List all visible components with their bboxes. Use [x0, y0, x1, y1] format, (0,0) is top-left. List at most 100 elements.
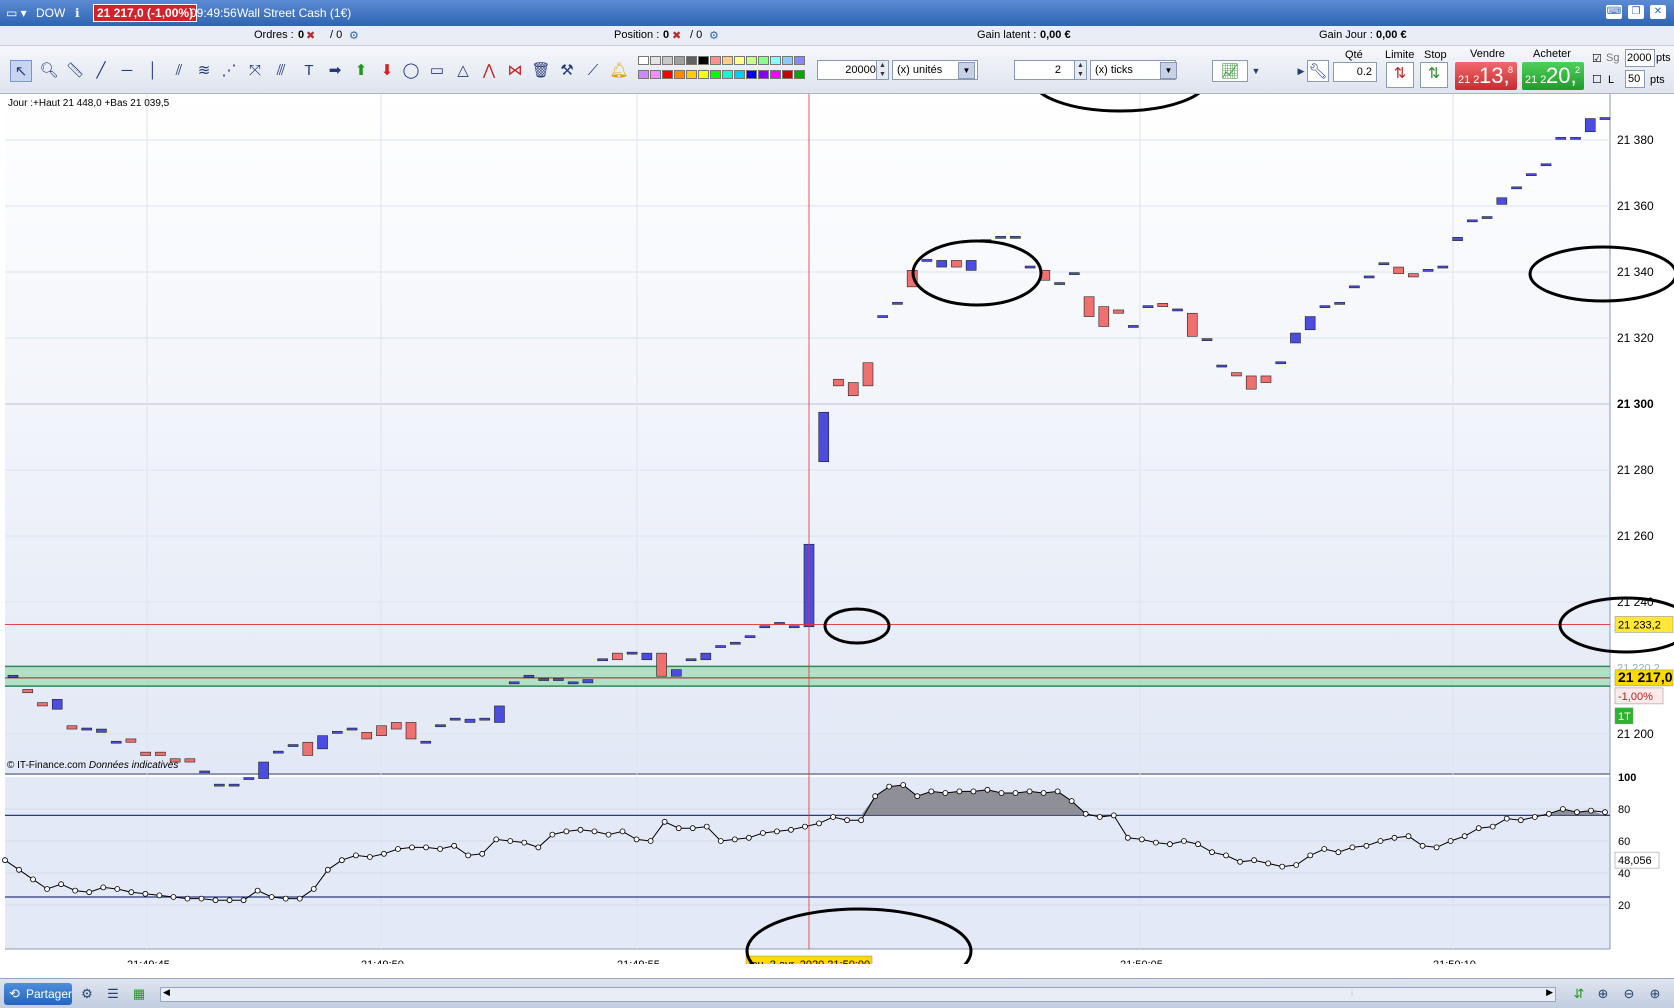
- color-swatch[interactable]: [746, 56, 757, 65]
- candle[interactable]: [553, 678, 564, 681]
- candle[interactable]: [1231, 372, 1242, 377]
- trendline-icon[interactable]: ╱: [90, 60, 112, 82]
- color-swatch[interactable]: [710, 56, 721, 65]
- candle[interactable]: [1054, 282, 1065, 285]
- candle[interactable]: [1127, 325, 1139, 328]
- candle[interactable]: [1363, 275, 1375, 279]
- candle[interactable]: [1201, 338, 1213, 341]
- horizontal-scrollbar[interactable]: ◀ ⦙ ▶: [160, 987, 1556, 1002]
- color-swatch[interactable]: [710, 70, 721, 79]
- candle[interactable]: [449, 717, 461, 721]
- candle[interactable]: [1393, 266, 1404, 274]
- link-settings-icon[interactable]: ⚙: [78, 985, 96, 1003]
- arrow-right-icon[interactable]: ➡: [324, 60, 346, 82]
- color-swatch[interactable]: [722, 70, 733, 79]
- candle[interactable]: [744, 635, 756, 638]
- candle[interactable]: [567, 681, 579, 685]
- orders-settings-icon[interactable]: ⚙: [349, 29, 359, 42]
- chart-settings-icon[interactable]: ⚒: [556, 60, 578, 82]
- scroll-thumb[interactable]: ⦙: [1351, 988, 1353, 999]
- parallel-lines-icon[interactable]: ≋: [193, 60, 215, 82]
- candle[interactable]: [1452, 237, 1463, 241]
- vertical-line-icon[interactable]: │: [142, 60, 164, 82]
- restore-icon[interactable]: ❐: [1628, 5, 1644, 19]
- candle[interactable]: [390, 722, 402, 730]
- candle[interactable]: [1098, 306, 1110, 327]
- zoom-in-icon[interactable]: ⊕: [1646, 985, 1664, 1003]
- oscillator-pane[interactable]: [5, 777, 1610, 949]
- sg-input[interactable]: 2000: [1625, 49, 1655, 67]
- candle[interactable]: [1496, 197, 1508, 205]
- candle[interactable]: [1172, 308, 1183, 312]
- color-swatch[interactable]: [734, 56, 745, 65]
- candle[interactable]: [346, 727, 358, 731]
- candle[interactable]: [626, 651, 638, 655]
- candle[interactable]: [1142, 305, 1154, 308]
- expand-panel-icon[interactable]: ▶: [1296, 60, 1306, 82]
- candle[interactable]: [435, 724, 446, 728]
- sg-checkbox[interactable]: ☑: [1592, 52, 1602, 65]
- candle[interactable]: [110, 740, 122, 744]
- color-swatch[interactable]: [674, 56, 685, 65]
- stop-order-icon[interactable]: ⇅: [1420, 62, 1448, 88]
- candle[interactable]: [759, 625, 771, 629]
- text-tool-icon[interactable]: T: [298, 60, 320, 82]
- candle[interactable]: [921, 259, 933, 262]
- candle[interactable]: [1570, 137, 1581, 140]
- orders-cancel-icon[interactable]: ✖: [306, 29, 315, 42]
- candle[interactable]: [405, 722, 417, 740]
- cross-line-icon[interactable]: ⤧: [244, 60, 266, 82]
- arrow-up-icon[interactable]: ⬆: [350, 60, 372, 82]
- chart-type-icon[interactable]: 📈︎: [1212, 60, 1248, 82]
- candle[interactable]: [155, 751, 166, 756]
- buy-button[interactable]: 21 2 20, 2: [1522, 62, 1584, 90]
- candle[interactable]: [96, 728, 107, 733]
- candle[interactable]: [199, 770, 210, 774]
- candle[interactable]: [37, 702, 48, 707]
- position-settings-icon[interactable]: ⚙: [709, 29, 719, 42]
- candle[interactable]: [1334, 302, 1345, 305]
- candle[interactable]: [479, 717, 491, 721]
- zoom-area-icon[interactable]: ⊕: [1594, 985, 1612, 1003]
- color-swatch[interactable]: [638, 56, 649, 65]
- candle[interactable]: [140, 751, 151, 756]
- candle[interactable]: [1511, 186, 1522, 190]
- candle[interactable]: [287, 744, 299, 747]
- candle[interactable]: [464, 718, 476, 723]
- candle[interactable]: [1186, 312, 1198, 337]
- color-swatch[interactable]: [758, 56, 769, 65]
- candle[interactable]: [1555, 137, 1567, 140]
- pointer-icon[interactable]: ↖: [10, 60, 32, 82]
- color-swatch[interactable]: [662, 70, 673, 79]
- candle[interactable]: [258, 761, 269, 779]
- candle[interactable]: [51, 699, 63, 710]
- candle[interactable]: [612, 652, 623, 661]
- candle[interactable]: [847, 382, 859, 397]
- depth-icon[interactable]: ▦: [130, 985, 148, 1003]
- color-swatch[interactable]: [770, 56, 781, 65]
- candle[interactable]: [273, 750, 284, 754]
- candle[interactable]: [523, 674, 535, 678]
- candle[interactable]: [317, 735, 328, 750]
- candle[interactable]: [715, 645, 726, 648]
- candle[interactable]: [1304, 316, 1316, 331]
- qty-input[interactable]: 0.2: [1333, 62, 1377, 82]
- candle[interactable]: [508, 681, 520, 685]
- candle[interactable]: [1378, 262, 1390, 266]
- candle[interactable]: [1467, 219, 1478, 223]
- candle[interactable]: [1540, 163, 1552, 167]
- candle[interactable]: [125, 738, 137, 743]
- candle[interactable]: [184, 758, 196, 763]
- channel-icon[interactable]: ⫽: [168, 60, 190, 82]
- share-button[interactable]: ⟲ Partager: [4, 983, 72, 1005]
- rectangle-icon[interactable]: ▭: [426, 60, 448, 82]
- chevron-down-icon[interactable]: ▼: [1160, 62, 1177, 79]
- candle[interactable]: [1024, 265, 1036, 269]
- candle[interactable]: [494, 705, 505, 723]
- fan-icon[interactable]: ⋰: [218, 60, 240, 82]
- fibonacci-icon[interactable]: ⫻: [270, 60, 292, 82]
- candle[interactable]: [862, 362, 874, 387]
- color-swatch[interactable]: [686, 56, 697, 65]
- candle[interactable]: [1349, 285, 1360, 289]
- candle[interactable]: [331, 731, 343, 734]
